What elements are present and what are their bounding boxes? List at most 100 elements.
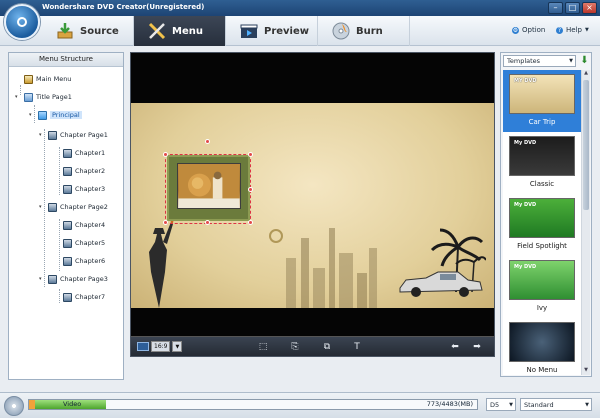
tab-source[interactable]: Source xyxy=(42,16,134,46)
help-icon: ? xyxy=(556,26,563,34)
capacity-size: 773/4483(MB) xyxy=(426,400,473,408)
close-button[interactable]: × xyxy=(582,2,597,14)
city-skyline-image xyxy=(286,228,377,308)
capacity-label: Video xyxy=(63,400,82,408)
tree-item-chapter-page1[interactable]: ▾ Chapter Page1 xyxy=(39,129,108,141)
chevron-down-icon: ▼ xyxy=(509,402,513,408)
menu-thumbnail-image xyxy=(177,163,241,209)
disc-type-select[interactable]: D5 ▼ xyxy=(486,398,516,411)
folder-icon xyxy=(38,110,47,120)
tree-item-chapter3[interactable]: Chapter3 xyxy=(63,183,105,195)
menu-thumbnail-frame[interactable] xyxy=(167,155,250,221)
menu-structure-panel: Menu Structure Main Menu ▾ Title Page1 ▾… xyxy=(8,52,124,380)
window-title: Wondershare DVD Creator(Unregistered) xyxy=(42,3,205,11)
gear-icon: ⚙ xyxy=(512,26,519,34)
aspect-ratio-icon xyxy=(137,342,149,351)
collapse-icon[interactable]: ▾ xyxy=(39,132,45,138)
home-icon xyxy=(24,74,33,84)
resize-handle[interactable] xyxy=(248,187,253,192)
select-area-icon[interactable]: ⬚ xyxy=(257,341,269,353)
tree-item-chapter2[interactable]: Chapter2 xyxy=(63,165,105,177)
preview-icon xyxy=(240,24,258,38)
resize-handle[interactable] xyxy=(163,152,168,157)
add-text-icon[interactable]: T xyxy=(351,341,363,353)
template-thumbnail xyxy=(509,322,575,362)
next-page-icon[interactable]: ➡ xyxy=(471,341,483,353)
vintage-car-image xyxy=(399,271,483,297)
tab-menu-label: Menu xyxy=(172,25,203,37)
replace-image-icon[interactable]: ⧉ xyxy=(321,341,333,353)
status-bar: Video 773/4483(MB) D5 ▼ Standard ▼ xyxy=(0,392,600,418)
templates-panel: Templates ▼ ⬇ MY DVD Car Trip My DVD Cla… xyxy=(500,52,592,377)
tab-burn[interactable]: Burn xyxy=(318,16,410,46)
tree-item-title-page[interactable]: ▾ Title Page1 xyxy=(15,91,72,103)
film-icon xyxy=(48,202,57,212)
collapse-icon[interactable]: ▾ xyxy=(39,276,45,282)
tab-source-label: Source xyxy=(80,25,119,37)
film-icon xyxy=(63,292,72,302)
tree-item-chapter-page2[interactable]: ▾ Chapter Page2 xyxy=(39,201,108,213)
collapse-icon[interactable]: ▾ xyxy=(15,94,21,100)
film-icon xyxy=(48,130,57,140)
aspect-ratio-value: 16:9 xyxy=(151,341,171,352)
template-thumbnail: My DVD xyxy=(509,198,575,238)
resize-handle[interactable] xyxy=(205,220,210,225)
film-icon xyxy=(63,166,72,176)
tree-item-chapter7[interactable]: Chapter7 xyxy=(63,291,105,303)
scroll-up-icon[interactable]: ▲ xyxy=(582,70,590,78)
menu-preview-canvas[interactable]: 16:9 ▼ ⬚ ⎘ ⧉ T ⬅ ➡ xyxy=(130,52,495,357)
quality-select[interactable]: Standard ▼ xyxy=(520,398,592,411)
tree-item-chapter5[interactable]: Chapter5 xyxy=(63,237,105,249)
collapse-icon[interactable]: ▾ xyxy=(39,204,45,210)
tree-item-chapter1[interactable]: Chapter1 xyxy=(63,147,105,159)
previous-page-icon[interactable]: ⬅ xyxy=(449,341,461,353)
tree-item-principal[interactable]: ▾ Principal xyxy=(29,109,82,121)
templates-dropdown[interactable]: Templates ▼ xyxy=(503,55,576,67)
template-no-menu[interactable]: No Menu xyxy=(503,318,581,375)
help-button[interactable]: ? Help ▼ xyxy=(556,26,589,34)
page-icon xyxy=(24,92,33,102)
statue-of-liberty-image xyxy=(149,218,174,308)
film-icon xyxy=(48,274,57,284)
film-icon xyxy=(63,220,72,230)
download-templates-icon[interactable]: ⬇ xyxy=(579,55,590,67)
template-classic[interactable]: My DVD Classic xyxy=(503,132,581,194)
tab-preview[interactable]: Preview xyxy=(226,16,318,46)
aspect-ratio-select[interactable]: 16:9 ▼ xyxy=(137,341,183,352)
tree-item-main-menu[interactable]: Main Menu xyxy=(24,73,71,85)
tab-preview-label: Preview xyxy=(264,25,310,37)
menu-background-image xyxy=(131,103,494,308)
minimize-button[interactable]: – xyxy=(548,2,563,14)
template-car-trip[interactable]: MY DVD Car Trip xyxy=(503,70,581,132)
disc-icon xyxy=(4,396,24,416)
tree-item-chapter4[interactable]: Chapter4 xyxy=(63,219,105,231)
menu-tools-icon xyxy=(148,22,166,40)
collapse-icon[interactable]: ▾ xyxy=(29,112,35,118)
menu-structure-title: Menu Structure xyxy=(9,53,123,67)
scrollbar-thumb[interactable] xyxy=(583,80,589,210)
film-icon xyxy=(63,238,72,248)
burn-icon xyxy=(332,22,350,40)
film-icon xyxy=(63,184,72,194)
resize-handle[interactable] xyxy=(163,220,168,225)
tab-menu[interactable]: Menu xyxy=(134,16,226,46)
help-label: Help xyxy=(566,26,582,34)
maximize-button[interactable]: □ xyxy=(565,2,580,14)
rotate-handle[interactable] xyxy=(205,139,210,144)
disc-capacity-bar: Video 773/4483(MB) xyxy=(28,399,478,410)
template-field-spotlight[interactable]: My DVD Field Spotlight xyxy=(503,194,581,256)
option-button[interactable]: ⚙ Option xyxy=(512,26,545,34)
chevron-down-icon: ▼ xyxy=(584,27,589,33)
scroll-down-icon[interactable]: ▼ xyxy=(582,367,590,375)
tree-item-chapter-page3[interactable]: ▾ Chapter Page3 xyxy=(39,273,108,285)
window-controls: – □ × xyxy=(548,2,597,14)
template-ivy[interactable]: My DVD Ivy xyxy=(503,256,581,318)
title-bar: Wondershare DVD Creator(Unregistered) – … xyxy=(0,0,600,16)
tree-item-chapter6[interactable]: Chapter6 xyxy=(63,255,105,267)
templates-scrollbar[interactable]: ▲ ▼ xyxy=(581,70,590,375)
resize-handle[interactable] xyxy=(248,152,253,157)
template-thumbnail: My DVD xyxy=(509,260,575,300)
sun-ornament-image xyxy=(269,229,283,243)
resize-handle[interactable] xyxy=(248,220,253,225)
edit-thumbnail-icon[interactable]: ⎘ xyxy=(289,341,301,353)
